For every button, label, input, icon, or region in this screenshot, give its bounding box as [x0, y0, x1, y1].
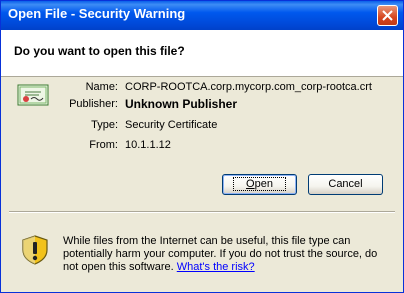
name-value: CORP-ROOTCA.corp.mycorp.com_corp-rootca.… — [125, 81, 372, 93]
shield-warning-icon — [22, 235, 48, 265]
from-label: From: — [89, 139, 118, 151]
type-value: Security Certificate — [125, 119, 218, 131]
publisher-value: Unknown Publisher — [125, 97, 238, 111]
close-button[interactable] — [377, 5, 398, 26]
cancel-button[interactable]: Cancel — [308, 174, 383, 195]
dialog-header: Do you want to open this file? — [1, 30, 403, 76]
name-label: Name: — [85, 81, 118, 93]
close-icon — [382, 10, 393, 21]
window-title: Open File - Security Warning — [8, 6, 186, 21]
header-divider — [1, 76, 403, 77]
type-label: Type: — [91, 119, 118, 131]
warning-message: While files from the Internet can be use… — [63, 235, 395, 274]
title-bar[interactable]: Open File - Security Warning — [1, 1, 403, 30]
security-warning-dialog: Open File - Security Warning Do you want… — [0, 0, 404, 293]
open-access-key: O — [246, 178, 255, 190]
whats-the-risk-link[interactable]: What's the risk? — [177, 261, 255, 273]
open-button-focus: Open — [233, 177, 286, 191]
open-button[interactable]: Open — [222, 174, 297, 195]
publisher-label: Publisher: — [69, 98, 118, 110]
question-heading: Do you want to open this file? — [14, 44, 185, 58]
footer-divider — [9, 211, 395, 213]
from-value: 10.1.1.12 — [125, 139, 171, 151]
open-button-label: pen — [254, 178, 273, 190]
